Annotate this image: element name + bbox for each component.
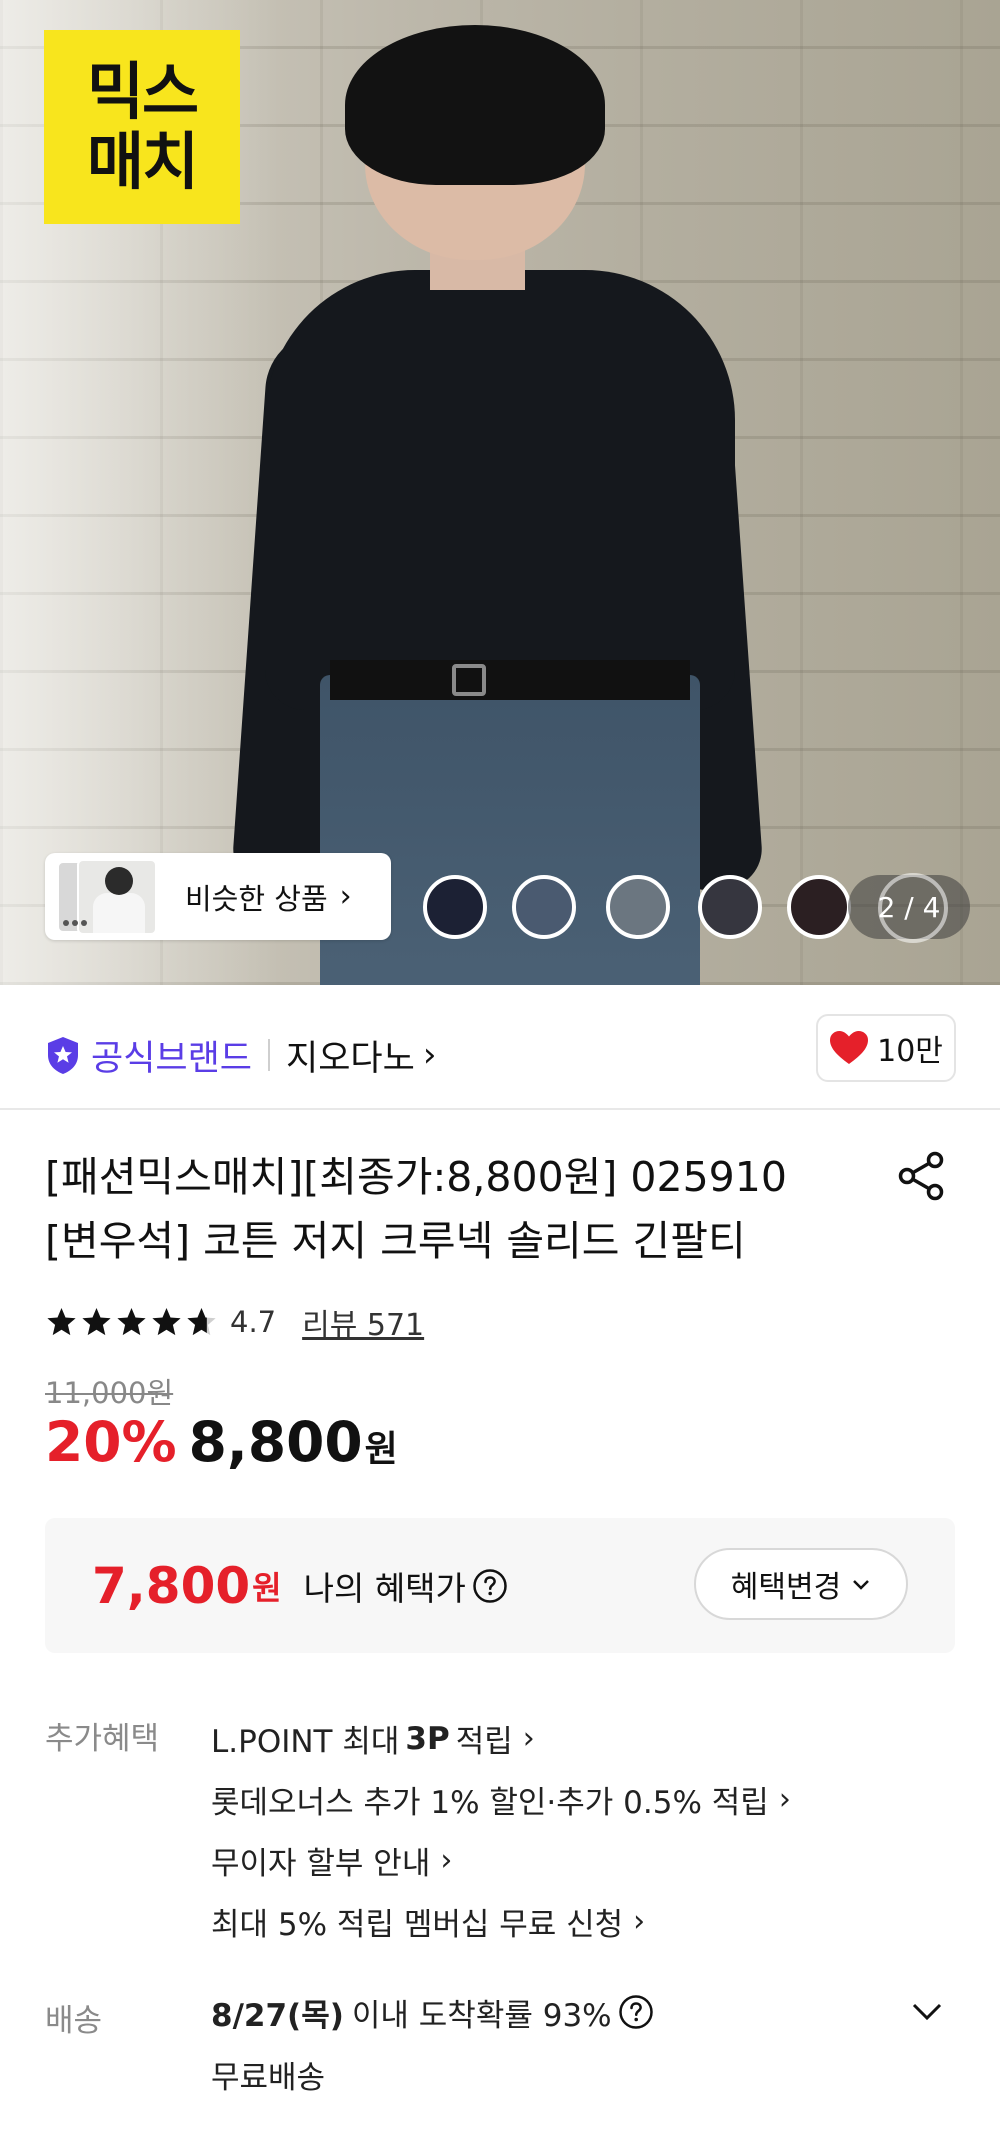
share-icon[interactable] <box>895 1150 947 1202</box>
chevron-right-icon: › <box>633 1904 646 1939</box>
membership-signup-link[interactable]: 최대 5% 적립 멤버십 무료 신청 › <box>211 1891 791 1952</box>
chevron-down-icon <box>853 1580 870 1590</box>
price-row: 20% 8,800 원 <box>45 1410 398 1474</box>
review-link[interactable]: 리뷰 571 <box>302 1300 424 1344</box>
official-brand-label: 공식브랜드 <box>91 1038 253 1079</box>
official-brand-badge-icon <box>48 1037 78 1074</box>
chevron-right-icon: › <box>440 1843 453 1878</box>
heart-icon <box>830 1031 869 1064</box>
benefit-currency: 원 <box>252 1568 282 1607</box>
model-hair <box>345 25 605 185</box>
shipping-label: 배송 <box>45 2003 103 2039</box>
model-buckle <box>452 664 486 696</box>
chevron-right-icon: › <box>522 1721 535 1756</box>
chevron-right-icon: › <box>422 1035 437 1075</box>
logo-line-1: 믹스 <box>86 55 199 128</box>
star-half-icon <box>187 1308 216 1336</box>
color-swatch-brown[interactable] <box>787 875 851 939</box>
mix-match-logo: 믹스 매치 <box>44 30 240 224</box>
product-title-line-1: [패션믹스매치][최종가:8,800원] 025910 <box>45 1153 787 1201</box>
color-swatch-gray[interactable] <box>606 875 670 939</box>
chevron-right-icon: › <box>778 1782 791 1817</box>
star-icon <box>82 1308 111 1336</box>
color-swatch-navy[interactable] <box>423 875 487 939</box>
similar-products-button[interactable]: 비슷한 상품 › <box>45 853 391 940</box>
chevron-right-icon: › <box>339 879 352 914</box>
model-shirt <box>265 270 735 710</box>
help-icon[interactable] <box>618 1994 654 2030</box>
lpoint-prefix: L.POINT 최대 <box>211 1724 400 1760</box>
product-title-line-2: [변우석] 코튼 저지 크루넥 솔리드 긴팔티 <box>45 1217 746 1265</box>
shipping-estimate: 8/27(목) 이내 도착확률 93% <box>211 1990 654 2034</box>
benefit-label: 나의 혜택가 <box>303 1568 466 1608</box>
benefit-change-button[interactable]: 혜택변경 <box>694 1548 908 1620</box>
similar-thumbnail <box>57 857 165 937</box>
original-price: 11,000원 <box>45 1376 174 1410</box>
shipping-probability: 이내 도착확률 93% <box>351 1997 612 2034</box>
installment-info-link[interactable]: 무이자 할부 안내 › <box>211 1830 791 1891</box>
divider <box>0 1108 1000 1110</box>
star-icon <box>152 1308 181 1336</box>
discount-rate: 20% <box>45 1410 177 1474</box>
product-image[interactable]: 믹스 매치 2 / 4 비슷한 상품 › <box>0 0 1000 985</box>
similar-products-label: 비슷한 상품 <box>185 881 328 916</box>
membership-text: 최대 5% 적립 멤버십 무료 신청 <box>211 1907 624 1943</box>
model-belt <box>330 660 690 700</box>
logo-line-2: 매치 <box>86 125 199 198</box>
product-title: [패션믹스매치][최종가:8,800원] 025910 [변우석] 코튼 저지 … <box>45 1145 865 1273</box>
rating-stars <box>45 1306 218 1338</box>
lotte-owners-text: 롯데오너스 추가 1% 할인·추가 0.5% 적립 <box>211 1785 769 1821</box>
pager-dial-icon <box>878 873 948 943</box>
lotte-owners-benefit-link[interactable]: 롯데오너스 추가 1% 할인·추가 0.5% 적립 › <box>211 1769 791 1830</box>
color-swatch-slate[interactable] <box>512 875 576 939</box>
color-swatch-charcoal[interactable] <box>698 875 762 939</box>
benefit-change-label: 혜택변경 <box>730 1570 842 1605</box>
shipping-fee: 무료배송 <box>211 2060 326 2096</box>
help-icon[interactable] <box>472 1568 508 1604</box>
chevron-down-icon[interactable] <box>910 2000 944 2024</box>
lpoint-suffix: 적립 <box>455 1724 513 1760</box>
my-benefit-box: 7,800 원 나의 혜택가 혜택변경 <box>45 1518 955 1653</box>
sale-price: 8,800 <box>188 1410 363 1474</box>
rating-row: 4.7 리뷰 571 <box>45 1300 424 1344</box>
shipping-date: 8/27(목) <box>211 1997 344 2034</box>
like-count: 10만 <box>877 1034 943 1069</box>
star-icon <box>117 1308 146 1336</box>
sale-price-currency: 원 <box>364 1429 398 1470</box>
extra-benefits-label: 추가혜택 <box>45 1721 160 1757</box>
benefit-price: 7,800 <box>92 1556 251 1615</box>
lpoint-amount: 3P <box>405 1720 450 1757</box>
lpoint-benefit-link[interactable]: L.POINT 최대 3P 적립 › <box>211 1708 791 1769</box>
rating-value: 4.7 <box>230 1305 277 1339</box>
brand-name-link[interactable]: 지오다노 <box>286 1030 415 1081</box>
installment-text: 무이자 할부 안내 <box>211 1846 431 1882</box>
like-button[interactable]: 10만 <box>816 1014 956 1082</box>
star-icon <box>47 1308 76 1336</box>
brand-divider <box>268 1039 271 1071</box>
extra-benefits-list: L.POINT 최대 3P 적립 › 롯데오너스 추가 1% 할인·추가 0.5… <box>211 1708 791 1952</box>
